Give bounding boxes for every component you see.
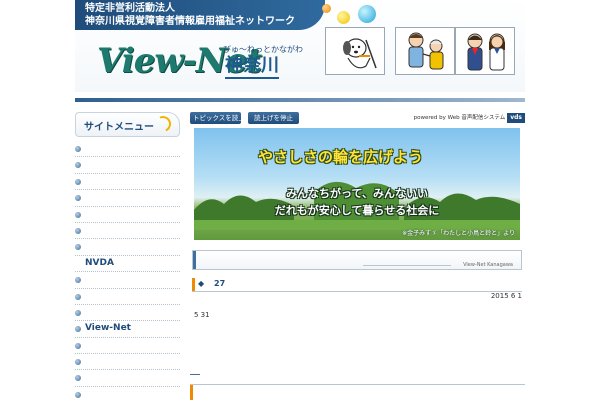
bullet-icon [75,195,81,202]
sidebar-item-1[interactable] [75,141,180,158]
powered-by-text: powered by Web 音声配信システム [413,115,506,121]
sidebar-item-nvda[interactable]: NVDA [75,256,180,273]
bullet-icon [75,309,81,316]
site-logo[interactable]: View-Net びゅ～ねっとかながわ 神奈川 [97,40,303,86]
site-menu-title: サイトメニュー [84,122,154,133]
section-divider [190,374,200,375]
sidebar: サイトメニュー NVDA View-Net [75,112,180,400]
sidebar-item-2[interactable] [75,157,180,174]
sidebar-item-10[interactable] [75,289,180,305]
decorative-ball-orange [322,4,331,13]
sidebar-item-4[interactable] [75,190,180,207]
content-box-label: View-Net Kanagawa [463,262,513,268]
bullet-icon [75,293,81,300]
guide-dog-illustration [325,27,385,75]
bullet-icon [75,162,81,169]
organization-name: 神奈川県視覚障害者情報雇用福祉ネットワーク [85,16,295,27]
sidebar-item-6[interactable] [75,223,180,240]
vds-logo: vds [507,113,525,123]
students-illustration [455,27,515,75]
stop-reading-button[interactable]: 読上げを停止 [248,112,299,124]
news-body: 5 31 [194,311,210,319]
bullet-icon [75,146,81,152]
bullet-icon [75,178,81,185]
organization-band: 特定非営利活動法人 神奈川県視覚障害者情報雇用福祉ネットワーク [75,0,325,30]
bullet-icon [75,326,81,333]
site-menu-header: サイトメニュー [75,112,180,137]
powered-by-link[interactable]: powered by Web 音声配信システム vds [414,113,525,123]
decorative-ball-yellow [337,11,350,24]
news-divider [192,291,522,292]
sidebar-item-label: NVDA [85,257,114,268]
bullet-icon [75,359,81,366]
sidebar-item-14[interactable] [75,354,180,371]
sidebar-item-5[interactable] [75,207,180,223]
read-topics-button[interactable]: トピックスを読上げ [190,112,251,124]
sidebar-item-9[interactable] [75,272,180,289]
bullet-icon [75,342,81,349]
caregiver-illustration [395,27,455,75]
swirl-icon [152,113,174,135]
news-date: 2015 6 1 [490,292,522,300]
news-title[interactable]: 27 [214,279,225,288]
main-content: トピックスを読上げ 読上げを停止 powered by Web 音声配信システム… [190,112,525,400]
sidebar-item-15[interactable] [75,370,180,387]
decorative-ball-blue [358,5,376,23]
content-box: View-Net Kanagawa [192,250,522,270]
banner-credit: ※金子みすゞ「わたしと小鳥と鈴と」より [402,230,515,237]
bullet-icon [75,227,81,234]
sidebar-item-11[interactable] [75,305,180,322]
sidebar-item-13[interactable] [75,338,180,355]
bullet-icon [75,211,81,218]
site-menu-list: NVDA View-Net [75,141,180,400]
banner-message-line2: だれもが安心して暮らせる社会に [274,204,440,217]
diamond-icon: ◆ [198,279,205,288]
bullet-icon [75,375,81,382]
banner-message-line1: みんなちがって、みんないい [286,187,428,200]
sidebar-item-16[interactable] [75,387,180,400]
organization-type: 特定非営利活動法人 [85,3,175,14]
bullet-icon [75,244,81,251]
sidebar-item-3[interactable] [75,174,180,191]
speech-toolbar: トピックスを読上げ 読上げを停止 powered by Web 音声配信システム… [190,112,525,124]
logo-city: 神奈川 [225,55,279,79]
hero-banner: やさしさの輪を広げよう みんなちがって、みんないい だれもが安心して暮らせる社会… [194,128,520,240]
content-box-rule [363,265,451,266]
sidebar-item-label: View-Net [85,323,131,334]
header-divider [75,98,525,102]
sidebar-item-view-net[interactable]: View-Net [75,321,180,338]
banner-headline: やさしさの輪を広げよう [258,148,424,166]
news-heading: ◆ 27 [192,278,522,291]
logo-reading: びゅ～ねっとかながわ [223,45,303,54]
site-header: 特定非営利活動法人 神奈川県視覚障害者情報雇用福祉ネットワーク View-Net… [75,0,525,92]
bullet-icon [75,391,81,398]
next-section-box [190,384,525,400]
sidebar-item-7[interactable] [75,239,180,256]
bullet-icon [75,277,81,284]
